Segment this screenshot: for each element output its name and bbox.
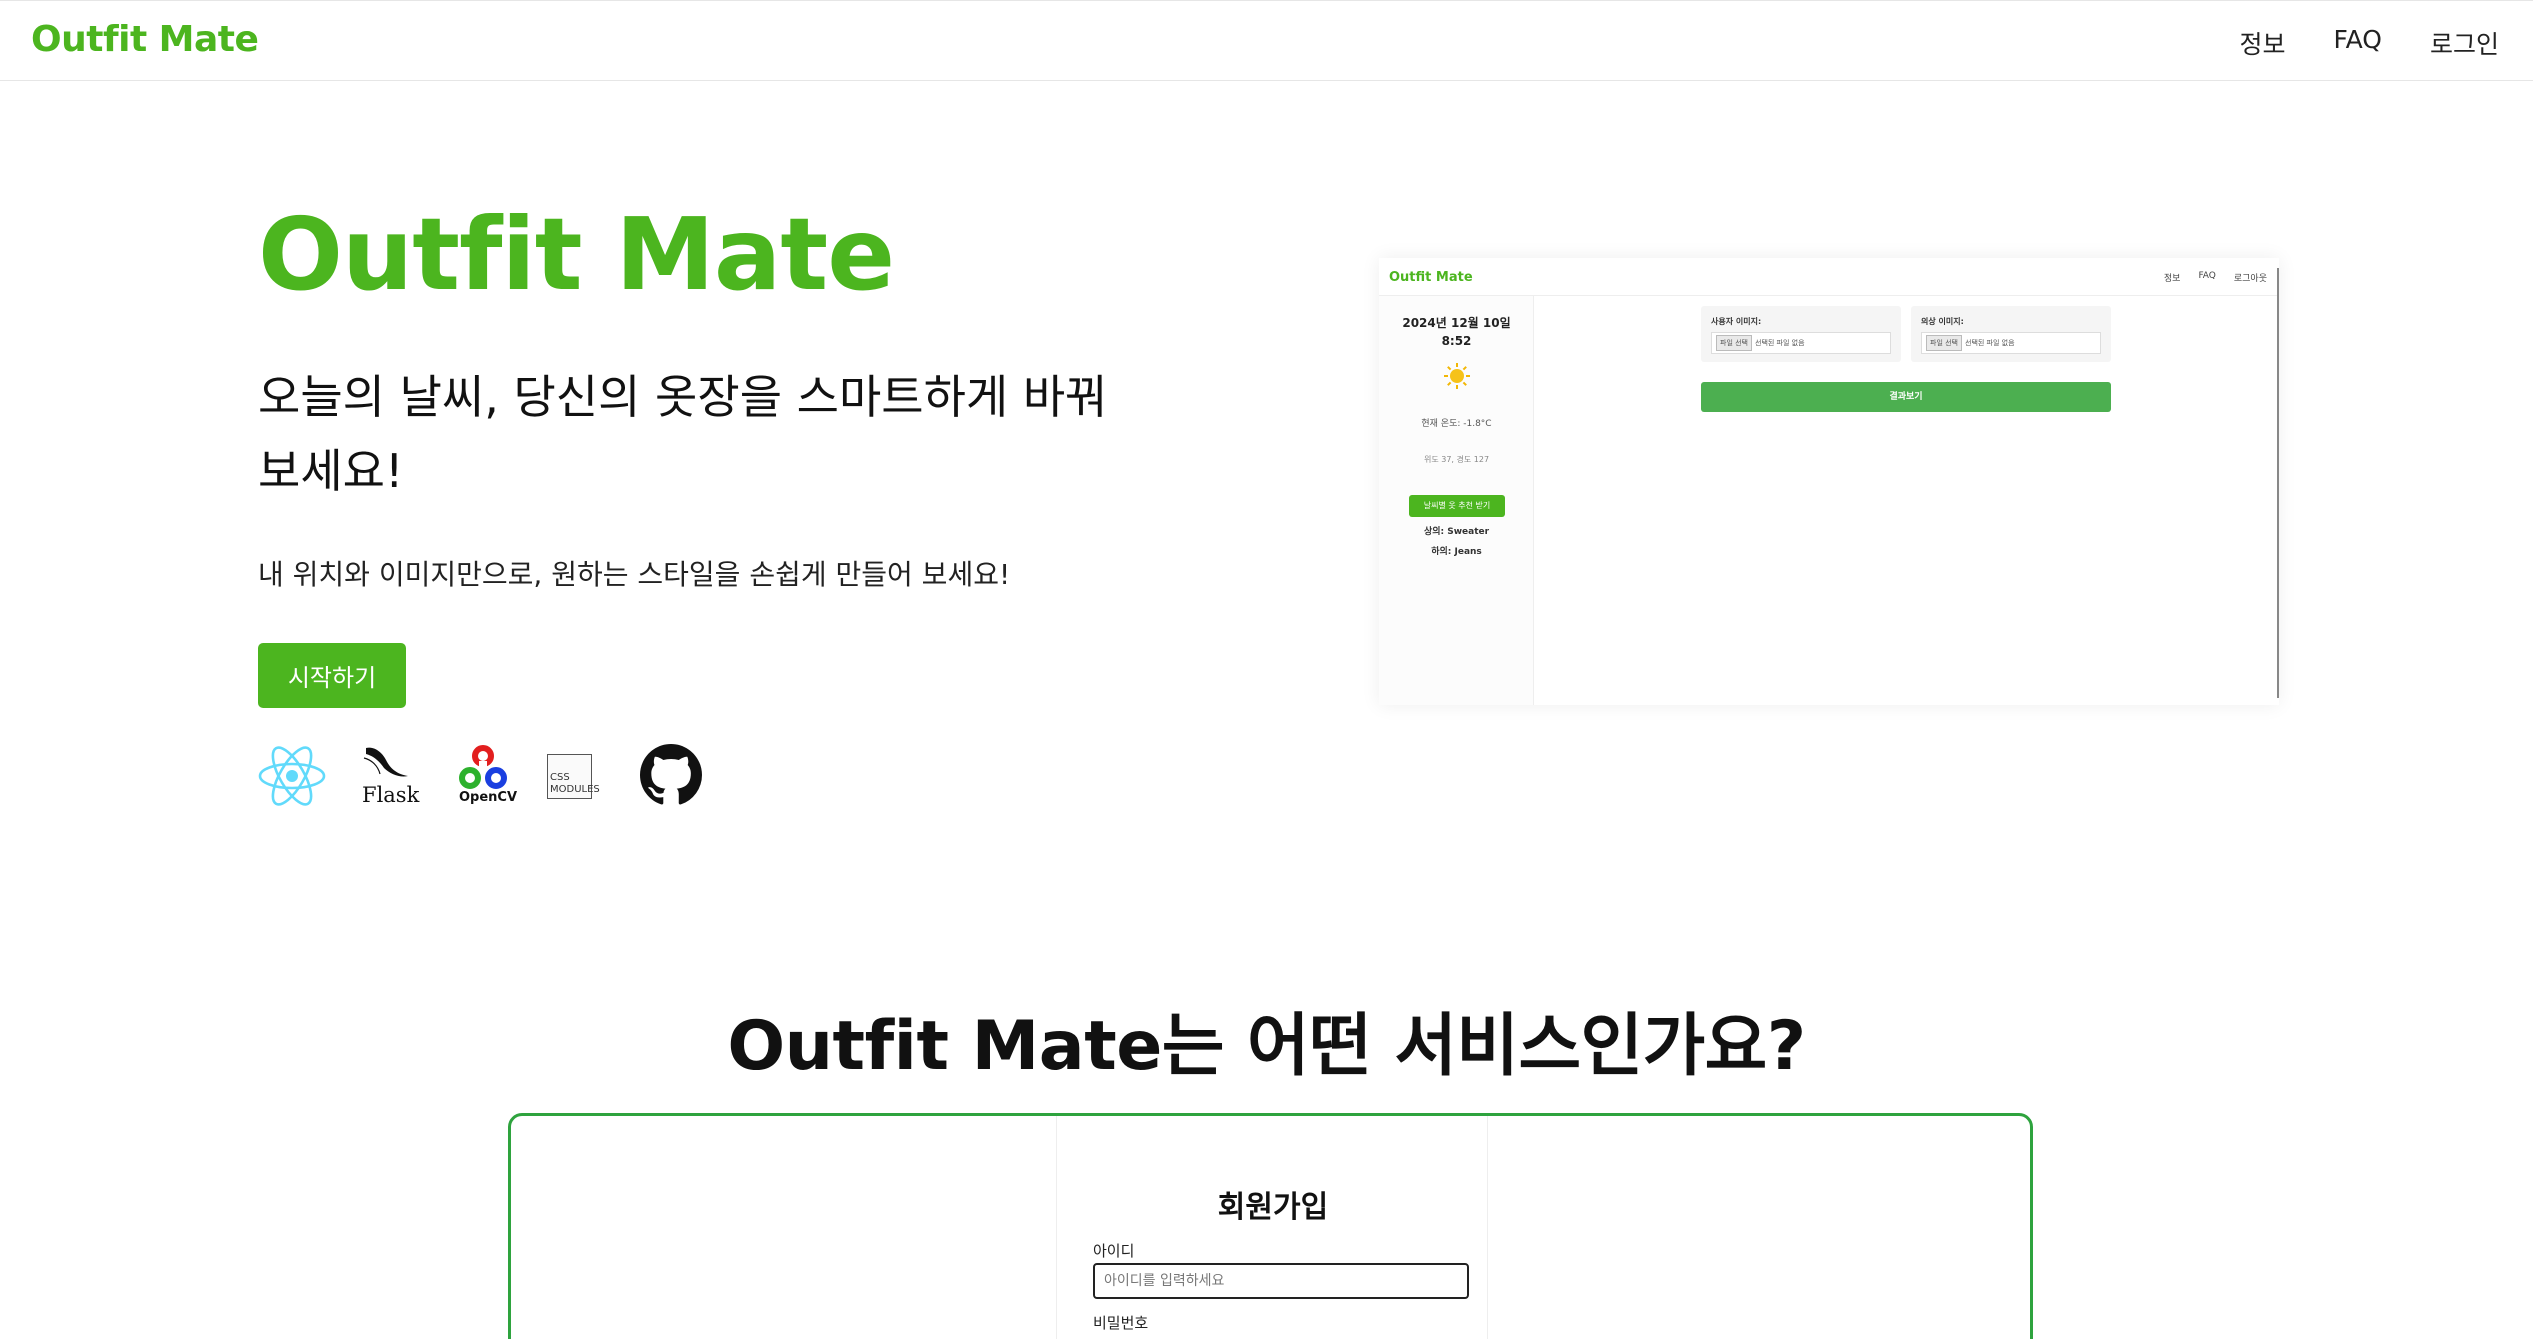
nav-link-faq[interactable]: FAQ [2334,25,2382,61]
app-preview-image: Outfit Mate 정보 FAQ 로그아웃 2024년 12월 10일 8:… [1379,258,2279,705]
preview-top-item: 상의: Sweater [1423,527,1490,537]
nav-link-login[interactable]: 로그인 [2430,25,2499,61]
hero-subtitle: 오늘의 날씨, 당신의 옷장을 스마트하게 바꿔보세요! [258,370,1108,498]
flask-icon [363,747,408,777]
preview-datetime: 2024년 12월 10일 8:52 [1402,316,1511,348]
preview-recommend-button: 날씨별 옷 추천 받기 [1409,495,1505,517]
start-button[interactable]: 시작하기 [258,643,406,708]
preview-nav: Outfit Mate 정보 FAQ 로그아웃 [1379,258,2279,296]
preview-brand: Outfit Mate [1389,270,1473,285]
preview-temperature: 현재 온도: -1.8°C [1421,419,1492,429]
preview-clothes-image-upload: 의상 이미지: 파일 선택 선택된 파일 없음 [1911,306,2111,362]
password-label: 비밀번호 [1093,1314,1149,1332]
preview-nav-info: 정보 [2163,274,2181,284]
signup-panel: 회원가입 아이디 비밀번호 [1056,1116,1488,1339]
nav-links: 정보 FAQ 로그인 [2240,25,2499,61]
top-nav: Outfit Mate 정보 FAQ 로그인 [0,0,2533,81]
sun-icon [1444,363,1470,389]
preview-nav-faq: FAQ [2198,271,2216,281]
hero-title: Outfit Mate [258,196,895,313]
opencv-icon [459,745,507,789]
hero-description: 내 위치와 이미지만으로, 원하는 스타일을 손쉽게 만들어 보세요! [258,558,1011,591]
github-icon[interactable] [640,744,702,806]
preview-nav-links: 정보 FAQ 로그아웃 [2164,271,2267,284]
id-input[interactable] [1093,1263,1469,1299]
id-label: 아이디 [1093,1242,1135,1260]
section-title: Outfit Mate는 어떤 서비스인가요? [727,1007,1806,1086]
preview-bottom-item: 하의: Jeans [1431,547,1482,557]
preview-result-button: 결과보기 [1701,382,2111,412]
preview-user-image-upload: 사용자 이미지: 파일 선택 선택된 파일 없음 [1701,306,1901,362]
nav-link-info[interactable]: 정보 [2240,25,2286,61]
css-modules-label: CSS MODULES [550,772,600,795]
flask-label: Flask [362,783,420,807]
preview-nav-logout: 로그아웃 [2233,274,2267,284]
preview-coordinates: 위도 37, 경도 127 [1423,455,1490,464]
signup-title: 회원가입 [1217,1190,1329,1225]
preview-scrollbar [2277,268,2279,698]
react-icon [258,746,326,806]
brand-logo[interactable]: Outfit Mate [31,19,259,60]
opencv-label: OpenCV [459,790,518,805]
demo-frame: 회원가입 아이디 비밀번호 [508,1113,2033,1339]
